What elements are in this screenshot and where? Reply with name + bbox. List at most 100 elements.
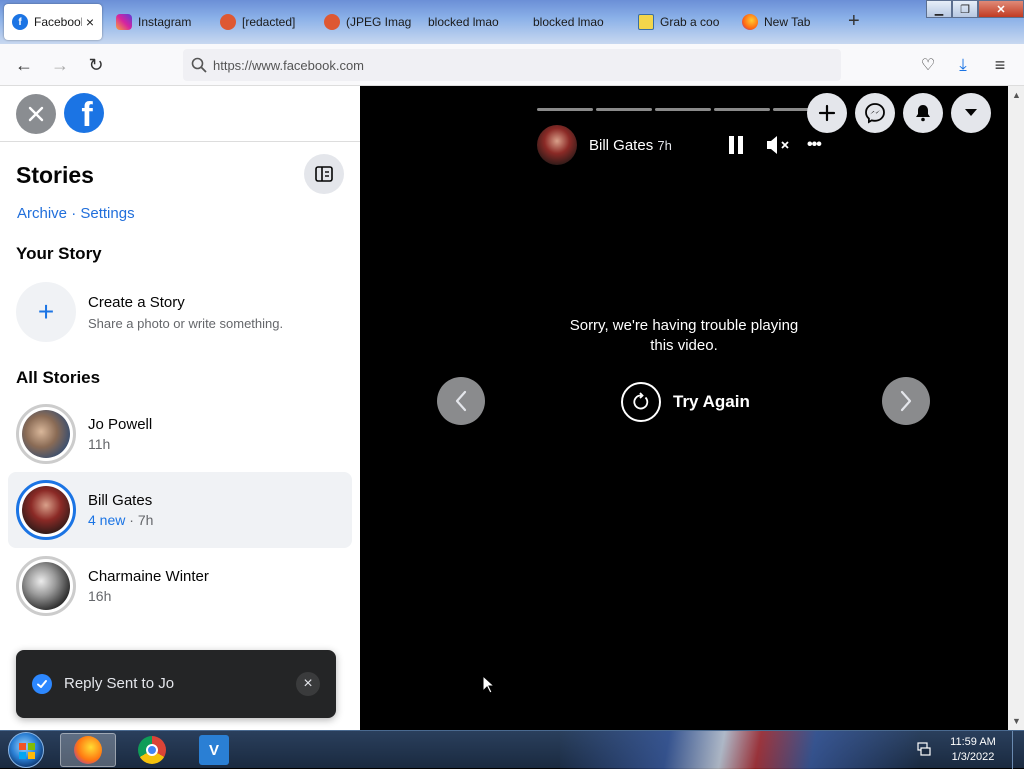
show-desktop-button[interactable] xyxy=(1012,731,1024,769)
toast-close-button[interactable]: × xyxy=(296,672,320,696)
avatar xyxy=(16,556,76,616)
page-title: Stories xyxy=(16,162,94,188)
settings-link[interactable]: Settings xyxy=(80,205,134,222)
facebook-f-icon: f xyxy=(81,96,93,133)
create-story-subtitle: Share a photo or write something. xyxy=(88,316,284,331)
story-author-name: Charmaine Winter xyxy=(88,568,209,585)
archive-link[interactable]: Archive xyxy=(17,205,67,222)
close-tab-icon[interactable]: × xyxy=(86,14,94,30)
taskbar-vscode[interactable]: V xyxy=(186,733,242,767)
story-viewer: Bill Gates 7h ••• Sorry, we're having tr… xyxy=(360,86,1008,730)
messenger-button[interactable] xyxy=(855,93,895,133)
muted-speaker-icon xyxy=(767,136,789,154)
more-options-icon[interactable]: ••• xyxy=(807,136,822,154)
plus-icon xyxy=(818,104,836,122)
tab-jpeg-image[interactable]: (JPEG Imag xyxy=(316,4,412,40)
link-separator: · xyxy=(71,205,77,222)
tab-blocked-2[interactable]: blocked lmao xyxy=(525,4,621,40)
story-item-bill-gates[interactable]: Bill Gates 4 new · 7h xyxy=(8,472,352,548)
pause-button[interactable] xyxy=(729,136,745,154)
create-button[interactable] xyxy=(807,93,847,133)
page-icon xyxy=(638,14,654,30)
account-menu-button[interactable] xyxy=(951,93,991,133)
facebook-icon: f xyxy=(12,14,28,30)
create-story-button[interactable]: + Create a Story Share a photo or write … xyxy=(8,280,352,344)
minimize-button[interactable]: ▁ xyxy=(926,0,952,18)
pocket-icon[interactable]: ♡ xyxy=(915,52,941,78)
download-icon[interactable]: ⤓ xyxy=(950,52,976,78)
url-text: https://www.facebook.com xyxy=(213,57,365,73)
system-clock[interactable]: 11:59 AM 1/3/2022 xyxy=(940,735,1006,765)
taskbar-firefox[interactable] xyxy=(60,733,116,767)
story-author-avatar[interactable] xyxy=(537,125,577,165)
tab-facebook[interactable]: f Facebook × xyxy=(4,4,102,40)
story-time: 11h xyxy=(88,436,111,452)
story-item-jo-powell[interactable]: Jo Powell 11h xyxy=(8,396,352,472)
chevron-right-icon xyxy=(900,390,912,412)
taskbar-chrome[interactable] xyxy=(124,733,180,767)
chevron-down-icon xyxy=(965,109,977,116)
tab-search-1[interactable]: [redacted] xyxy=(212,4,308,40)
story-author-name[interactable]: Bill Gates xyxy=(589,137,653,154)
story-item-charmaine-winter[interactable]: Charmaine Winter 16h xyxy=(8,548,352,624)
previous-story-button[interactable] xyxy=(437,377,485,425)
all-stories-heading: All Stories xyxy=(16,368,101,387)
next-story-button[interactable] xyxy=(882,377,930,425)
tab-new-tab[interactable]: New Tab xyxy=(734,4,830,40)
chrome-icon xyxy=(138,736,166,764)
try-again-button[interactable]: Try Again xyxy=(621,382,750,422)
your-story-heading: Your Story xyxy=(16,244,102,263)
check-icon xyxy=(32,674,52,694)
windows-taskbar: V 11:59 AM 1/3/2022 xyxy=(0,730,1024,769)
divider xyxy=(0,141,360,142)
duckduckgo-icon xyxy=(324,14,340,30)
close-window-button[interactable]: ✕ xyxy=(978,0,1024,18)
close-icon xyxy=(28,106,44,122)
notifications-button[interactable] xyxy=(903,93,943,133)
story-time: 16h xyxy=(88,588,112,604)
unmute-button[interactable] xyxy=(765,134,791,161)
reload-button[interactable]: ↻ xyxy=(83,52,109,78)
clock-time: 11:59 AM xyxy=(950,736,996,748)
page-scrollbar[interactable]: ▲ ▼ xyxy=(1008,86,1024,730)
messenger-icon xyxy=(865,103,885,124)
tab-instagram[interactable]: Instagram xyxy=(108,4,208,40)
facebook-logo[interactable]: f xyxy=(64,93,104,133)
firefox-icon xyxy=(74,736,102,764)
new-count: 4 new xyxy=(88,512,126,528)
story-time: 7h xyxy=(657,138,672,153)
firefox-icon xyxy=(742,14,758,30)
window-controls: ▁ ❐ ✕ xyxy=(926,0,1024,18)
avatar xyxy=(16,480,76,540)
scroll-down-icon[interactable]: ▼ xyxy=(1012,716,1021,726)
restore-button[interactable]: ❐ xyxy=(952,0,978,18)
refresh-icon xyxy=(621,382,661,422)
progress-segment xyxy=(655,108,711,111)
bell-icon xyxy=(916,105,930,122)
instagram-icon xyxy=(116,14,132,30)
network-icon[interactable] xyxy=(916,741,932,757)
story-author-line: Bill Gates 7h xyxy=(589,137,672,154)
pause-icon xyxy=(729,136,734,154)
toast-message: Reply Sent to Jo xyxy=(64,675,175,692)
start-button[interactable] xyxy=(8,732,44,768)
close-stories-button[interactable] xyxy=(16,94,56,134)
tab-blocked-1[interactable]: blocked lmao xyxy=(420,4,516,40)
menu-icon[interactable]: ≡ xyxy=(987,52,1013,78)
search-icon xyxy=(191,57,207,73)
windows-logo-icon xyxy=(19,743,35,759)
forward-button[interactable]: → xyxy=(47,52,73,78)
tab-strip: f Facebook × Instagram [redacted] (JPEG … xyxy=(0,0,1024,44)
new-tab-button[interactable]: + xyxy=(848,10,860,33)
story-links: Archive · Settings xyxy=(17,205,135,222)
address-bar[interactable]: https://www.facebook.com xyxy=(183,49,841,81)
scroll-up-icon[interactable]: ▲ xyxy=(1012,90,1021,100)
chevron-left-icon xyxy=(455,390,467,412)
story-author-name: Jo Powell xyxy=(88,416,153,433)
stories-settings-button[interactable] xyxy=(304,154,344,194)
desktop-wallpaper-peek xyxy=(560,731,920,769)
story-meta: 4 new · 7h xyxy=(88,512,154,528)
back-button[interactable]: ← xyxy=(11,52,37,78)
reply-sent-toast: Reply Sent to Jo × xyxy=(16,650,336,718)
tab-grab-a-cookie[interactable]: Grab a coo xyxy=(630,4,726,40)
